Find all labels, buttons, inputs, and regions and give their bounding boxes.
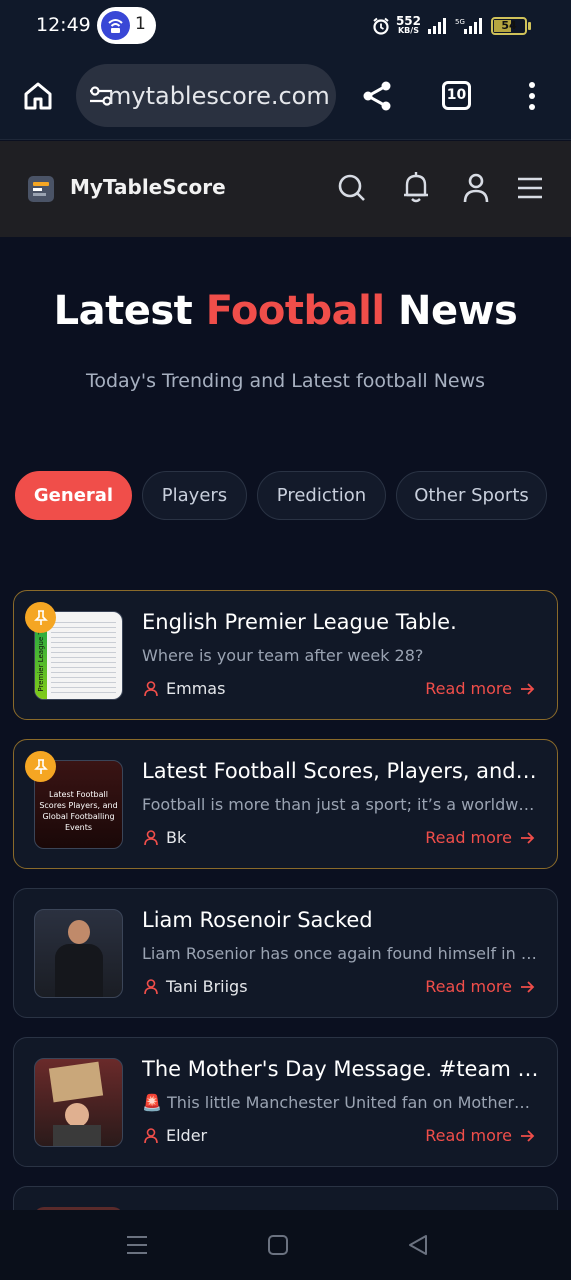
home-nav-icon[interactable] bbox=[267, 1234, 289, 1256]
read-more-link[interactable]: Read more bbox=[425, 977, 535, 996]
battery-icon: 54 bbox=[491, 17, 531, 35]
article-thumbnail bbox=[34, 909, 123, 998]
article-card[interactable]: Premier League Table English Premier Lea… bbox=[13, 590, 558, 720]
page-title: Latest Football News bbox=[53, 288, 518, 334]
hamburger-menu-icon[interactable] bbox=[516, 176, 544, 200]
article-title[interactable]: The Mother's Day Message. #team Manchest… bbox=[142, 1057, 542, 1081]
read-more-link[interactable]: Read more bbox=[425, 679, 535, 698]
article-title[interactable]: Latest Football Scores, Players, and Glo… bbox=[142, 759, 542, 783]
article-description: Liam Rosenior has once again found himse… bbox=[142, 944, 538, 963]
article-card[interactable]: Latest Football Scores Players, and Glob… bbox=[13, 739, 558, 869]
alarm-icon bbox=[373, 17, 389, 35]
article-card[interactable]: Liam Rosenoir Sacked Liam Rosenior has o… bbox=[13, 888, 558, 1018]
signal-icon bbox=[428, 18, 446, 34]
article-card[interactable]: The Mother's Day Message. #team Manchest… bbox=[13, 1037, 558, 1167]
article-thumbnail bbox=[34, 1058, 123, 1147]
site-header: MyTableScore bbox=[0, 141, 571, 237]
status-time: 12:49 bbox=[36, 14, 91, 36]
notification-bell-icon[interactable] bbox=[401, 171, 431, 204]
tab-other-sports[interactable]: Other Sports bbox=[396, 471, 547, 520]
arrow-right-icon bbox=[521, 980, 535, 993]
home-icon[interactable] bbox=[22, 80, 54, 112]
arrow-right-icon bbox=[521, 831, 535, 844]
hotspot-indicator[interactable]: 1 bbox=[97, 7, 156, 44]
recent-apps-icon[interactable] bbox=[125, 1234, 149, 1256]
site-name[interactable]: MyTableScore bbox=[70, 175, 226, 199]
site-logo[interactable] bbox=[28, 176, 54, 202]
tab-switcher-button[interactable]: 10 bbox=[442, 81, 471, 110]
status-bar: 12:49 1 552 KB/S 5G 54 bbox=[0, 0, 571, 52]
read-more-link[interactable]: Read more bbox=[425, 1126, 535, 1145]
url-text: mytablescore.com bbox=[108, 82, 330, 110]
read-more-link[interactable]: Read more bbox=[425, 828, 535, 847]
article-author: Elder bbox=[144, 1126, 207, 1145]
hotspot-icon bbox=[101, 11, 130, 40]
article-description: Where is your team after week 28? bbox=[142, 646, 424, 665]
article-author: Emmas bbox=[144, 679, 225, 698]
page-subtitle: Today's Trending and Latest football New… bbox=[85, 370, 486, 392]
browser-toolbar: mytablescore.com 10 bbox=[0, 52, 571, 140]
back-icon[interactable] bbox=[407, 1234, 429, 1256]
search-icon[interactable] bbox=[337, 173, 367, 203]
user-icon bbox=[144, 1127, 158, 1143]
article-description: 🚨 This little Manchester United fan on M… bbox=[142, 1093, 538, 1112]
tab-prediction[interactable]: Prediction bbox=[257, 471, 386, 520]
category-tabs: General Players Prediction Other Sports bbox=[15, 471, 547, 520]
article-author: Bk bbox=[144, 828, 186, 847]
address-bar[interactable]: mytablescore.com bbox=[76, 64, 336, 127]
user-account-icon[interactable] bbox=[462, 172, 490, 204]
hotspot-count: 1 bbox=[135, 14, 146, 34]
arrow-right-icon bbox=[521, 682, 535, 695]
tab-general[interactable]: General bbox=[15, 471, 132, 520]
signal-5g-icon: 5G bbox=[455, 18, 482, 34]
pin-icon bbox=[25, 751, 56, 782]
more-menu-icon[interactable] bbox=[524, 80, 540, 112]
arrow-right-icon bbox=[521, 1129, 535, 1142]
status-icons: 552 KB/S 5G 54 bbox=[372, 12, 531, 40]
user-icon bbox=[144, 829, 158, 845]
share-icon[interactable] bbox=[360, 79, 394, 113]
article-title[interactable]: Liam Rosenoir Sacked bbox=[142, 908, 542, 932]
pin-icon bbox=[25, 602, 56, 633]
article-description: Football is more than just a sport; it’s… bbox=[142, 795, 538, 814]
user-icon bbox=[144, 680, 158, 696]
network-speed: 552 KB/S bbox=[395, 14, 421, 35]
system-navigation-bar bbox=[0, 1210, 571, 1280]
user-icon bbox=[144, 978, 158, 994]
article-title[interactable]: English Premier League Table. bbox=[142, 610, 542, 634]
article-author: Tani Briigs bbox=[144, 977, 248, 996]
svg-text:5G: 5G bbox=[455, 18, 465, 26]
tab-players[interactable]: Players bbox=[142, 471, 247, 520]
